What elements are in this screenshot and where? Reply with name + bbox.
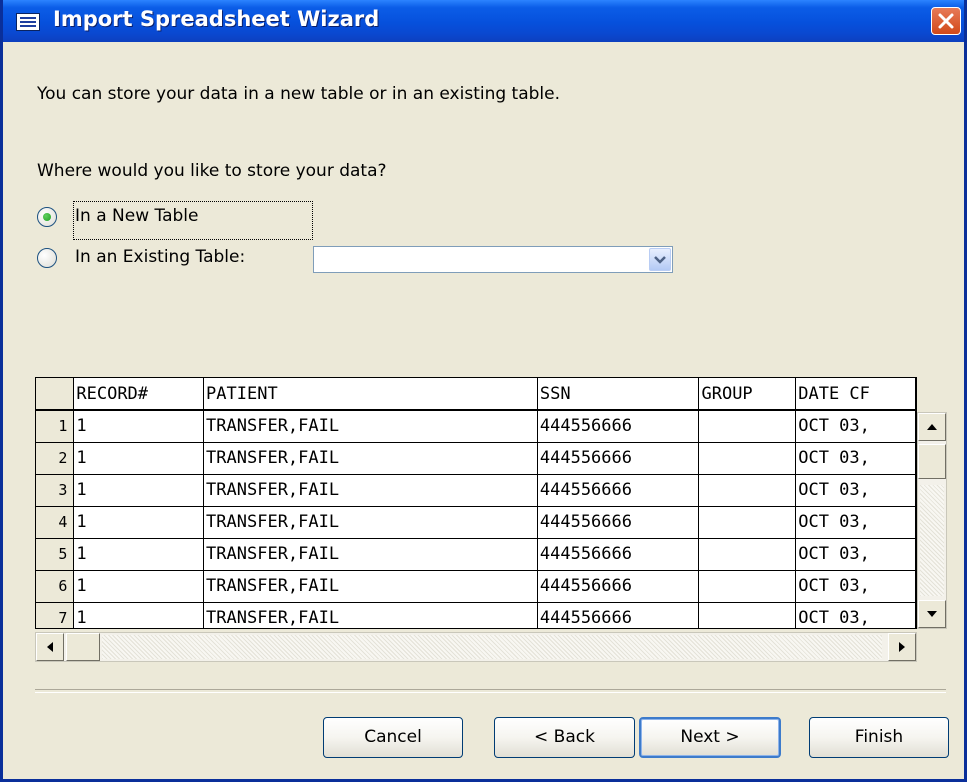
- cell-record: 1: [73, 474, 205, 506]
- radio-existing-table-button[interactable]: [37, 248, 57, 268]
- cell-patient: TRANSFER,FAIL: [203, 410, 538, 442]
- import-spreadsheet-wizard-dialog: Import Spreadsheet Wizard You can store …: [0, 0, 967, 782]
- cell-date: OCT 03,: [795, 442, 916, 474]
- cell-date: OCT 03,: [795, 410, 916, 442]
- radio-new-table-label: In a New Table: [75, 206, 199, 226]
- footer-divider: [35, 689, 946, 693]
- scroll-up-button[interactable]: [918, 413, 946, 441]
- row-number: 4: [36, 506, 75, 538]
- cell-group: [698, 410, 797, 442]
- close-button[interactable]: [931, 7, 961, 35]
- cell-date: OCT 03,: [795, 538, 916, 570]
- row-number: 6: [36, 570, 75, 602]
- cell-group: [698, 602, 797, 628]
- combo-dropdown-button[interactable]: [649, 248, 671, 271]
- cell-patient: TRANSFER,FAIL: [203, 602, 538, 628]
- cell-patient: TRANSFER,FAIL: [203, 570, 538, 602]
- existing-table-combo[interactable]: [313, 246, 673, 273]
- scroll-right-button[interactable]: [888, 633, 916, 661]
- cell-ssn: 444556666: [537, 570, 700, 602]
- title-bar[interactable]: Import Spreadsheet Wizard: [3, 0, 964, 42]
- cell-group: [698, 474, 797, 506]
- cell-date: OCT 03,: [795, 602, 916, 628]
- cell-patient: TRANSFER,FAIL: [203, 442, 538, 474]
- grid-header-row: RECORD# PATIENT SSN GROUP DATE CF: [36, 378, 916, 411]
- arrow-left-icon: [47, 642, 53, 652]
- table-row[interactable]: 1 1 TRANSFER,FAIL 444556666 OCT 03,: [36, 410, 916, 442]
- row-number: 5: [36, 538, 75, 570]
- column-header[interactable]: DATE CF: [795, 378, 916, 411]
- cell-date: OCT 03,: [795, 506, 916, 538]
- cell-record: 1: [73, 602, 205, 628]
- cell-ssn: 444556666: [537, 474, 700, 506]
- row-number: 2: [36, 442, 75, 474]
- chevron-down-icon: [654, 256, 666, 264]
- table-row[interactable]: 5 1 TRANSFER,FAIL 444556666 OCT 03,: [36, 538, 916, 570]
- horizontal-scroll-thumb[interactable]: [66, 633, 100, 661]
- cancel-button[interactable]: Cancel: [323, 717, 463, 758]
- cell-record: 1: [73, 410, 205, 442]
- cell-ssn: 444556666: [537, 506, 700, 538]
- cell-group: [698, 570, 797, 602]
- cell-record: 1: [73, 538, 205, 570]
- horizontal-scroll-track[interactable]: [102, 635, 882, 659]
- table-row[interactable]: 7 1 TRANSFER,FAIL 444556666 OCT 03,: [36, 602, 916, 628]
- horizontal-scrollbar[interactable]: [35, 632, 917, 662]
- row-number: 3: [36, 474, 75, 506]
- cell-patient: TRANSFER,FAIL: [203, 506, 538, 538]
- cell-group: [698, 538, 797, 570]
- intro-text: You can store your data in a new table o…: [37, 84, 561, 104]
- radio-selected-dot: [43, 213, 51, 221]
- row-number: 7: [36, 602, 75, 628]
- arrow-up-icon: [927, 424, 937, 430]
- radio-existing-table-label: In an Existing Table:: [75, 247, 246, 267]
- cell-date: OCT 03,: [795, 570, 916, 602]
- finish-button[interactable]: Finish: [809, 717, 949, 758]
- vertical-scrollbar[interactable]: [917, 412, 947, 629]
- table-row[interactable]: 2 1 TRANSFER,FAIL 444556666 OCT 03,: [36, 442, 916, 474]
- radio-new-table-button[interactable]: [37, 207, 57, 227]
- column-header[interactable]: PATIENT: [203, 378, 538, 411]
- row-number: 1: [36, 410, 75, 442]
- cell-record: 1: [73, 570, 205, 602]
- column-header[interactable]: RECORD#: [73, 378, 205, 411]
- column-header[interactable]: GROUP: [698, 378, 797, 411]
- scroll-left-button[interactable]: [36, 633, 64, 661]
- scroll-down-button[interactable]: [918, 600, 946, 628]
- table-row[interactable]: 6 1 TRANSFER,FAIL 444556666 OCT 03,: [36, 570, 916, 602]
- wizard-icon: [16, 13, 40, 31]
- cell-date: OCT 03,: [795, 474, 916, 506]
- arrow-down-icon: [927, 611, 937, 617]
- grid-corner: [36, 378, 75, 411]
- cell-group: [698, 506, 797, 538]
- cell-record: 1: [73, 506, 205, 538]
- close-icon: [938, 13, 954, 29]
- cell-patient: TRANSFER,FAIL: [203, 538, 538, 570]
- cell-group: [698, 442, 797, 474]
- data-preview-grid[interactable]: RECORD# PATIENT SSN GROUP DATE CF 1 1 TR…: [35, 377, 917, 629]
- cell-ssn: 444556666: [537, 442, 700, 474]
- question-text: Where would you like to store your data?: [37, 161, 387, 181]
- table-row[interactable]: 3 1 TRANSFER,FAIL 444556666 OCT 03,: [36, 474, 916, 506]
- vertical-scroll-track[interactable]: [920, 485, 944, 596]
- window-title: Import Spreadsheet Wizard: [53, 7, 380, 31]
- back-button[interactable]: < Back: [494, 717, 635, 758]
- cell-record: 1: [73, 442, 205, 474]
- column-header[interactable]: SSN: [537, 378, 700, 411]
- next-button[interactable]: Next >: [639, 717, 781, 758]
- table-row[interactable]: 4 1 TRANSFER,FAIL 444556666 OCT 03,: [36, 506, 916, 538]
- cell-patient: TRANSFER,FAIL: [203, 474, 538, 506]
- cell-ssn: 444556666: [537, 410, 700, 442]
- cell-ssn: 444556666: [537, 538, 700, 570]
- arrow-right-icon: [899, 642, 905, 652]
- vertical-scroll-thumb[interactable]: [918, 444, 946, 479]
- cell-ssn: 444556666: [537, 602, 700, 628]
